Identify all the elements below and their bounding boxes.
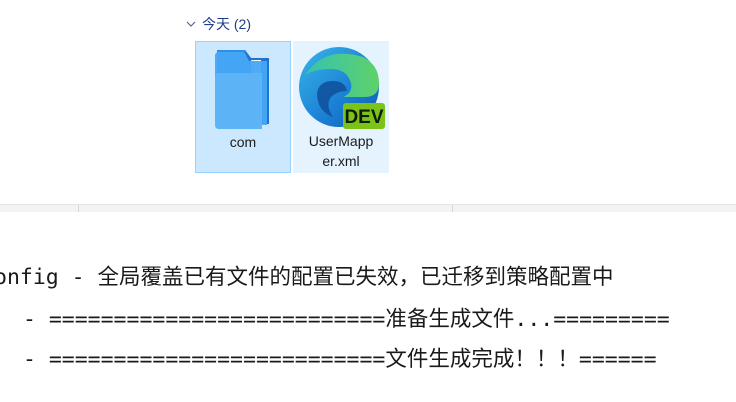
console-line: - ==========================准备生成文件...===… xyxy=(10,307,670,332)
edge-dev-badge: DEV xyxy=(344,107,383,128)
file-name-label: UserMapp er.xml xyxy=(293,131,389,171)
console-output: onfig - 全局覆盖已有文件的配置已失效，已迁移到策略配置中 - =====… xyxy=(0,212,736,402)
file-explorer-pane: 今天 (2) com DEV UserMapp er.xml xyxy=(0,0,736,206)
edge-dev-icon: DEV xyxy=(299,47,385,129)
chevron-down-icon xyxy=(186,21,196,27)
group-header-today[interactable]: 今天 (2) xyxy=(186,14,251,34)
file-name-line-2: er.xml xyxy=(322,153,360,169)
folder-icon xyxy=(215,50,269,129)
group-header-label: 今天 (2) xyxy=(202,16,251,32)
console-line: onfig - 全局覆盖已有文件的配置已失效，已迁移到策略配置中 xyxy=(0,265,614,290)
file-name-line-1: UserMapp xyxy=(308,133,374,149)
file-item-usermapper-xml[interactable]: DEV UserMapp er.xml xyxy=(293,41,389,173)
console-line: - ==========================文件生成完成！！！===… xyxy=(10,347,657,372)
file-name-label: com xyxy=(229,134,257,150)
file-item-com[interactable]: com xyxy=(195,41,291,173)
